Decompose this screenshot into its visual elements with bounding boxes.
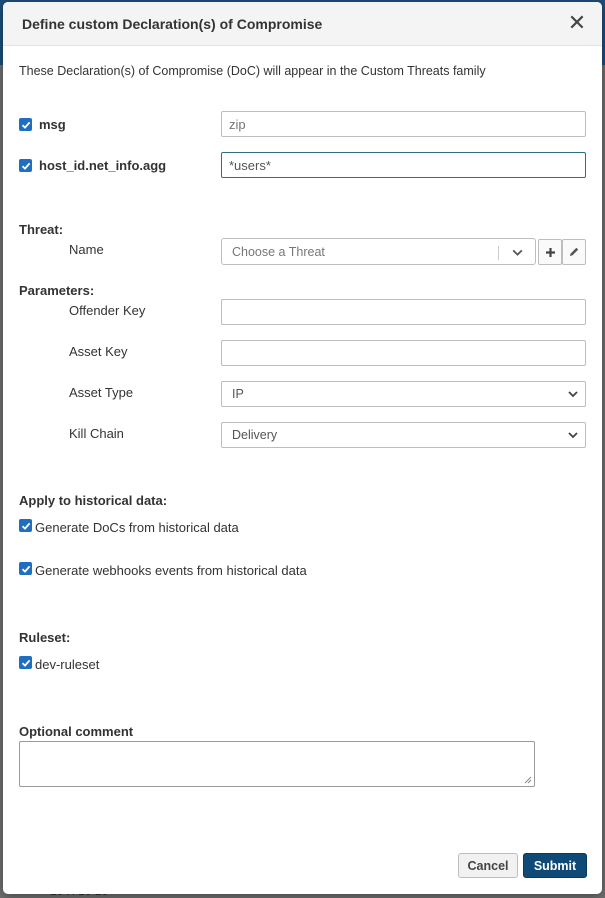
- chevron-down-icon: [568, 391, 578, 398]
- plus-icon: [545, 247, 555, 257]
- ruleset-checkbox[interactable]: [19, 656, 32, 669]
- kill-chain-select[interactable]: Delivery: [221, 422, 586, 448]
- checkmark-icon: [21, 162, 30, 170]
- offender-key-label: Offender Key: [69, 303, 146, 318]
- modal-title: Define custom Declaration(s) of Compromi…: [22, 16, 323, 32]
- modal-header: Define custom Declaration(s) of Compromi…: [3, 2, 602, 46]
- checkmark-icon: [21, 522, 30, 530]
- close-icon[interactable]: ✕: [566, 12, 588, 36]
- historical-docs-label: Generate DoCs from historical data: [35, 520, 239, 535]
- asset-type-value: IP: [232, 387, 244, 401]
- asset-key-label: Asset Key: [69, 344, 128, 359]
- threat-select[interactable]: Choose a Threat: [221, 238, 536, 265]
- kill-chain-label: Kill Chain: [69, 426, 124, 441]
- parameters-section-label: Parameters:: [19, 283, 95, 298]
- host-id-checkbox[interactable]: [19, 159, 32, 172]
- asset-type-label: Asset Type: [69, 385, 134, 400]
- offender-key-input[interactable]: [221, 299, 586, 325]
- comment-textarea[interactable]: [19, 741, 535, 787]
- msg-input[interactable]: [221, 111, 586, 137]
- comment-label: Optional comment: [19, 724, 134, 739]
- msg-checkbox[interactable]: [19, 118, 32, 131]
- asset-key-input[interactable]: [221, 340, 586, 366]
- edit-threat-button[interactable]: [562, 239, 586, 265]
- chevron-down-icon: [568, 432, 578, 439]
- select-divider: [498, 246, 499, 260]
- ruleset-section-label: Ruleset:: [19, 630, 71, 645]
- checkmark-icon: [21, 121, 30, 129]
- modal-intro: These Declaration(s) of Compromise (DoC)…: [19, 64, 486, 78]
- cancel-button[interactable]: Cancel: [458, 853, 518, 878]
- historical-webhooks-label: Generate webhooks events from historical…: [35, 563, 307, 578]
- historical-webhooks-checkbox[interactable]: [19, 562, 32, 575]
- resize-grip-icon[interactable]: [524, 776, 532, 784]
- kill-chain-value: Delivery: [232, 428, 278, 442]
- threat-name-label: Name: [69, 242, 104, 257]
- host-id-input[interactable]: [221, 152, 586, 178]
- msg-label: msg: [39, 117, 66, 132]
- submit-button[interactable]: Submit: [523, 853, 587, 878]
- doc-modal: Define custom Declaration(s) of Compromi…: [3, 2, 602, 894]
- chevron-down-icon: [512, 249, 523, 256]
- host-id-label: host_id.net_info.agg: [39, 158, 167, 173]
- checkmark-icon: [21, 565, 30, 573]
- historical-docs-checkbox[interactable]: [19, 519, 32, 532]
- threat-select-placeholder: Choose a Threat: [232, 245, 325, 259]
- ruleset-item-label: dev-ruleset: [35, 657, 100, 672]
- historical-section-label: Apply to historical data:: [19, 493, 168, 508]
- add-threat-button[interactable]: [538, 239, 562, 265]
- pencil-icon: [570, 247, 579, 256]
- checkmark-icon: [21, 659, 30, 667]
- asset-type-select[interactable]: IP: [221, 381, 586, 407]
- threat-section-label: Threat:: [19, 222, 64, 237]
